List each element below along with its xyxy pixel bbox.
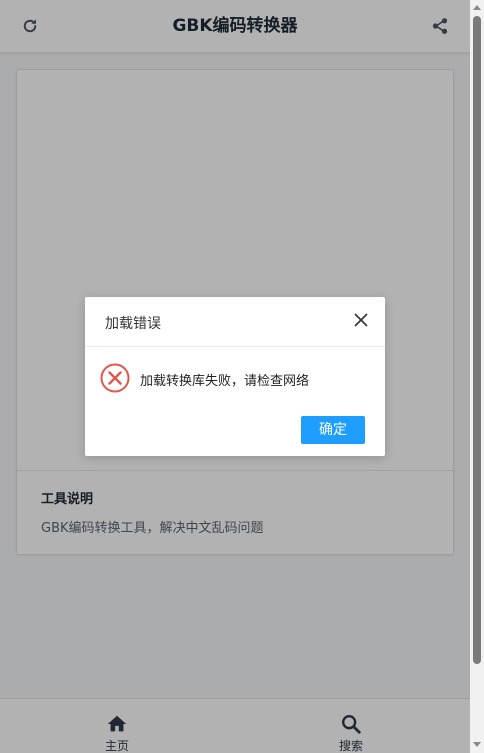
dialog-message: 加载转换库失败，请检查网络 [140, 374, 310, 389]
error-dialog: 加载错误 加载转换库失败，请检查网络 确定 [85, 297, 385, 456]
scroll-down-arrow-icon[interactable] [473, 742, 481, 747]
dialog-header: 加载错误 [85, 297, 385, 347]
scroll-up-arrow-icon[interactable] [473, 5, 481, 10]
app-page: GBK编码转换器 工具说明 GBK编码转换工具，解决中文乱码问题 主页 搜索 加… [0, 0, 470, 753]
confirm-button[interactable]: 确定 [301, 416, 365, 444]
page-scrollbar[interactable] [470, 0, 484, 753]
dialog-title: 加载错误 [105, 316, 161, 332]
error-circle-icon [100, 363, 130, 393]
close-icon[interactable] [353, 312, 369, 328]
scrollbar-thumb[interactable] [473, 16, 481, 664]
